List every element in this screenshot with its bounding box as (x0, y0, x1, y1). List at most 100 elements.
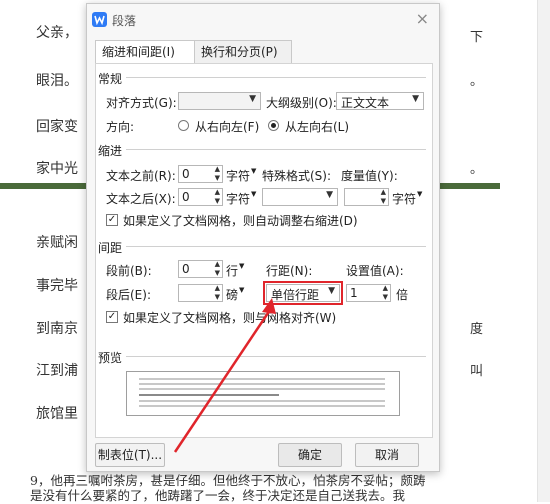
section-indent: 缩进 (98, 144, 123, 158)
unit-dropdown-icon[interactable]: ▼ (239, 262, 244, 270)
indent-after-value: 0 (182, 190, 190, 204)
unit-dropdown-icon[interactable]: ▼ (251, 167, 256, 175)
special-format-select[interactable]: ▼ (262, 188, 338, 206)
ltr-radio[interactable] (268, 120, 279, 131)
preview-line (139, 405, 385, 407)
set-value-label: 设置值(A): (346, 264, 404, 278)
line-spacing-label: 行距(N): (266, 264, 313, 278)
spin-down-icon[interactable]: ▼ (215, 197, 220, 205)
spin-down-icon[interactable]: ▼ (383, 293, 388, 301)
spin-down-icon[interactable]: ▼ (215, 269, 220, 277)
doc-line: 父亲， (36, 25, 78, 41)
spin-up-icon[interactable]: ▲ (215, 284, 220, 292)
indent-before-value: 0 (182, 167, 190, 181)
space-after-stepper[interactable]: ▲ ▼ (178, 284, 223, 302)
align-select[interactable]: ▼ (178, 92, 261, 110)
indent-after-unit[interactable]: 字符 (226, 190, 250, 207)
preview-line (139, 400, 385, 402)
dialog-titlebar[interactable]: 段落 × (87, 4, 439, 34)
space-after-label: 段后(E): (106, 288, 151, 302)
cancel-button[interactable]: 取消 (355, 443, 419, 467)
doc-right-fragment: 叫 (470, 364, 484, 379)
doc-right-fragment: 度 (470, 322, 484, 337)
unit-dropdown-icon[interactable]: ▼ (251, 190, 256, 198)
chevron-down-icon: ▼ (412, 94, 419, 104)
space-before-stepper[interactable]: 0 ▲ ▼ (178, 260, 223, 278)
chevron-down-icon: ▼ (326, 190, 333, 200)
close-icon[interactable]: × (416, 9, 429, 28)
outline-select[interactable]: 正文文本 ▼ (336, 92, 424, 110)
preview-line (139, 383, 385, 385)
doc-line: 眼泪。 (36, 73, 78, 89)
spin-down-icon[interactable]: ▼ (215, 293, 220, 301)
doc-line: 事完毕 (36, 278, 78, 294)
space-after-unit[interactable]: 磅 (226, 286, 238, 303)
doc-right-fragment: 下 (470, 30, 484, 45)
measure-stepper[interactable]: ▲ ▼ (344, 188, 389, 206)
chevron-down-icon: ▼ (328, 286, 335, 296)
indent-before-label: 文本之前(R): (106, 169, 176, 183)
unit-dropdown-icon[interactable]: ▼ (417, 190, 422, 198)
align-label: 对齐方式(G): (106, 96, 177, 110)
indent-before-stepper[interactable]: 0 ▲ ▼ (178, 165, 223, 183)
doc-image-strip (0, 183, 90, 189)
set-value-unit: 倍 (396, 288, 409, 302)
tab-panel: 常规 对齐方式(G): ▼ 大纲级别(O): 正文文本 ▼ 方向: 从右向左(F… (95, 63, 433, 438)
grid-align-checkbox[interactable]: ✓ (106, 311, 118, 323)
grid-align-label[interactable]: 如果定义了文档网格，则与网格对齐(W) (123, 309, 336, 326)
ltr-label[interactable]: 从左向右(L) (285, 118, 349, 135)
section-divider (126, 77, 426, 78)
direction-label: 方向: (106, 120, 135, 134)
doc-line: 家中光 (36, 161, 78, 177)
doc-right-fragment: 。 (470, 162, 484, 177)
indent-after-stepper[interactable]: 0 ▲ ▼ (178, 188, 223, 206)
section-general: 常规 (98, 72, 123, 86)
doc-line: 到南京 (36, 321, 78, 337)
preview-line (139, 388, 385, 390)
section-divider (126, 356, 426, 357)
rtl-label[interactable]: 从右向左(F) (195, 118, 259, 135)
auto-adjust-checkbox[interactable]: ✓ (106, 214, 118, 226)
outline-value: 正文文本 (341, 96, 390, 110)
measure-unit[interactable]: 字符 (392, 190, 416, 207)
doc-image-strip (438, 183, 500, 189)
measure-label: 度量值(Y): (341, 169, 398, 183)
spin-down-icon[interactable]: ▼ (215, 174, 220, 182)
outline-label: 大纲级别(O): (266, 96, 337, 110)
spin-up-icon[interactable]: ▲ (215, 260, 220, 268)
special-format-label: 特殊格式(S): (262, 169, 332, 183)
spin-up-icon[interactable]: ▲ (215, 188, 220, 196)
section-preview: 预览 (98, 351, 123, 365)
indent-before-unit[interactable]: 字符 (226, 167, 250, 184)
indent-after-label: 文本之后(X): (106, 192, 176, 206)
unit-dropdown-icon[interactable]: ▼ (239, 286, 244, 294)
spin-up-icon[interactable]: ▲ (215, 165, 220, 173)
auto-adjust-label[interactable]: 如果定义了文档网格，则自动调整右缩进(D) (123, 212, 358, 229)
spin-up-icon[interactable]: ▲ (381, 188, 386, 196)
window-edge (537, 0, 550, 502)
wps-logo-icon (92, 12, 107, 27)
line-spacing-value: 单倍行距 (271, 288, 320, 302)
preview-line (139, 394, 279, 396)
space-before-value: 0 (182, 262, 190, 276)
space-before-unit[interactable]: 行 (226, 262, 238, 279)
ok-button[interactable]: 确定 (278, 443, 342, 467)
section-divider (126, 246, 426, 247)
doc-line: 是没有什么要紧的了，他踌躇了一会，终于决定还是自己送我去。我 (30, 488, 406, 503)
set-value-stepper[interactable]: 1 ▲ ▼ (346, 284, 391, 302)
set-value-value: 1 (350, 286, 358, 300)
line-spacing-select[interactable]: 单倍行距 ▼ (263, 281, 343, 305)
spin-down-icon[interactable]: ▼ (381, 197, 386, 205)
tab-indent-spacing[interactable]: 缩进和间距(I) (95, 40, 195, 65)
doc-line: 亲赋闲 (36, 235, 78, 251)
rtl-radio[interactable] (178, 120, 189, 131)
doc-line: 旅馆里 (36, 406, 78, 422)
spin-up-icon[interactable]: ▲ (383, 284, 388, 292)
preview-line (139, 378, 385, 380)
tab-line-page-breaks[interactable]: 换行和分页(P) (194, 40, 292, 64)
dialog-title: 段落 (112, 14, 137, 28)
tabs-button[interactable]: 制表位(T)... (95, 443, 165, 467)
doc-right-fragment: 。 (470, 74, 484, 89)
space-before-label: 段前(B): (106, 264, 152, 278)
doc-line: 江到浦 (36, 363, 78, 379)
